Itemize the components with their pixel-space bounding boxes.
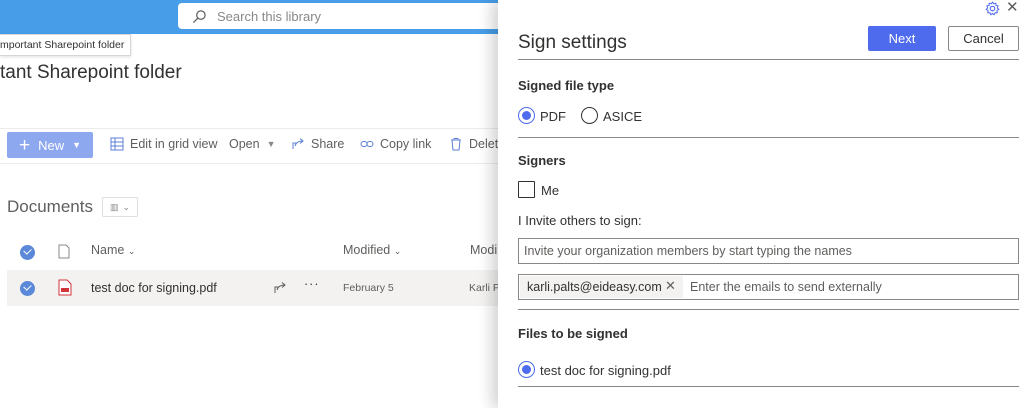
email-chip-label: karli.palts@eideasy.com — [527, 280, 662, 294]
library-page — [0, 34, 498, 408]
copy-link-label: Copy link — [380, 137, 432, 151]
new-button-label: New — [38, 137, 65, 153]
row-file-name[interactable]: test doc for signing.pdf — [91, 281, 217, 295]
library-books-icon: ▥ — [109, 201, 119, 212]
search-box[interactable]: Search this library — [178, 3, 513, 29]
library-view-icon[interactable]: ▥ ⌄ — [102, 197, 138, 217]
link-icon — [360, 141, 374, 147]
column-modified-by[interactable]: Modi — [470, 243, 497, 257]
file-radio[interactable] — [518, 361, 535, 378]
share-label: Share — [311, 137, 345, 151]
new-button[interactable]: + New ▼ — [7, 132, 93, 158]
close-icon[interactable]: ✕ — [1006, 0, 1019, 17]
gear-icon[interactable] — [985, 1, 1000, 16]
column-name[interactable]: Name ⌄ — [91, 243, 135, 257]
library-title: Documents — [7, 197, 93, 216]
pdf-file-icon — [58, 279, 72, 296]
open-button[interactable]: Open ▼ — [229, 137, 276, 151]
external-emails-placeholder: Enter the emails to send externally — [690, 280, 882, 294]
chevron-down-icon: ⌄ — [393, 246, 402, 256]
file-type-heading: Signed file type — [518, 78, 615, 93]
divider — [518, 386, 1019, 387]
panel-title: Sign settings — [518, 32, 627, 53]
edit-grid-label: Edit in grid view — [130, 137, 218, 151]
search-placeholder: Search this library — [217, 8, 322, 24]
org-members-placeholder: Invite your organization members by star… — [524, 244, 852, 258]
row-modified-by: Karli P — [469, 282, 500, 294]
signer-me-label[interactable]: Me — [541, 183, 559, 198]
share-button[interactable]: Share — [291, 137, 344, 151]
open-label: Open — [229, 137, 260, 151]
delete-label: Delet — [469, 137, 499, 151]
site-title: tant Sharepoint folder — [0, 62, 182, 83]
edit-grid-button[interactable]: Edit in grid view — [110, 137, 218, 151]
email-chip: karli.palts@eideasy.com ✕ — [520, 276, 683, 298]
radio-pdf-label[interactable]: PDF — [540, 109, 566, 124]
divider — [518, 59, 1019, 60]
select-all-checkbox[interactable] — [20, 245, 35, 260]
file-item-label[interactable]: test doc for signing.pdf — [540, 363, 671, 378]
file-type-icon — [58, 244, 70, 259]
cancel-button[interactable]: Cancel — [948, 26, 1019, 51]
more-options-icon[interactable]: ··· — [304, 277, 320, 291]
search-icon — [192, 9, 206, 23]
divider — [518, 309, 1019, 310]
delete-button[interactable]: Delet — [449, 137, 498, 151]
divider — [518, 137, 1019, 138]
remove-chip-icon[interactable]: ✕ — [665, 278, 676, 294]
chevron-down-icon: ▼ — [266, 139, 276, 149]
radio-asice[interactable] — [581, 107, 598, 124]
files-heading: Files to be signed — [518, 326, 628, 341]
chevron-down-icon: ⌄ — [127, 246, 136, 256]
sign-settings-panel — [498, 0, 1024, 408]
chevron-down-icon: ⌄ — [122, 201, 131, 212]
grid-icon — [110, 137, 124, 151]
radio-asice-label[interactable]: ASICE — [603, 109, 642, 124]
column-modified[interactable]: Modified ⌄ — [343, 243, 401, 257]
plus-icon: + — [19, 134, 31, 156]
trash-icon — [451, 138, 461, 151]
signer-me-checkbox[interactable] — [518, 181, 535, 198]
table-row[interactable] — [7, 270, 498, 306]
org-members-input[interactable]: Invite your organization members by star… — [518, 238, 1019, 264]
copy-link-button[interactable]: Copy link — [360, 137, 431, 151]
column-modified-label: Modified — [343, 243, 391, 257]
column-name-label: Name — [91, 243, 125, 257]
chevron-down-icon: ▼ — [72, 140, 82, 150]
row-checkbox[interactable] — [20, 281, 35, 296]
signers-heading: Signers — [518, 153, 566, 168]
share-icon[interactable] — [273, 281, 287, 295]
radio-pdf[interactable] — [518, 107, 535, 124]
next-button[interactable]: Next — [868, 26, 936, 51]
row-modified: February 5 — [343, 282, 394, 294]
site-tooltip: mportant Sharepoint folder — [0, 34, 132, 56]
share-icon — [292, 138, 304, 149]
invite-label: I Invite others to sign: — [518, 213, 642, 228]
